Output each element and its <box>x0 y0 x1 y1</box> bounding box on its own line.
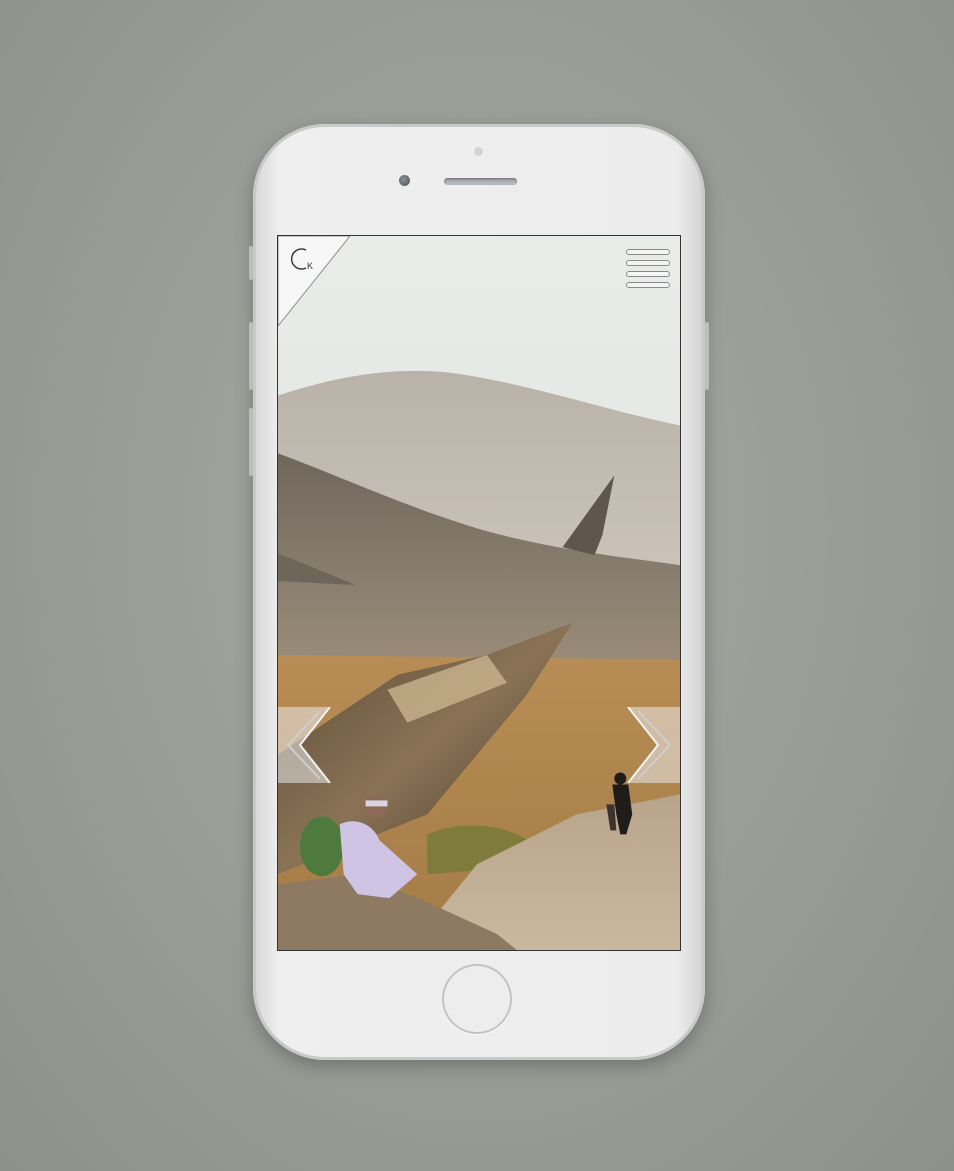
chevron-right-icon[interactable] <box>624 707 680 783</box>
phone-screen: K <box>277 235 681 951</box>
ck-monogram-logo[interactable]: K <box>278 236 350 326</box>
chevron-left-icon[interactable] <box>278 707 334 783</box>
menu-bar-upper-middle <box>626 260 670 266</box>
menu-bar-top <box>626 249 670 255</box>
home-button[interactable] <box>442 964 512 1034</box>
earpiece-speaker <box>444 178 517 185</box>
proximity-sensor <box>474 147 483 156</box>
menu-bar-lower-middle <box>626 271 670 277</box>
power-button <box>705 322 709 390</box>
mute-switch <box>249 246 253 280</box>
menu-bar-bottom <box>626 282 670 288</box>
hamburger-menu-icon[interactable] <box>626 249 670 289</box>
volume-down-button <box>249 408 253 476</box>
volume-up-button <box>249 322 253 390</box>
hero-slide-image <box>278 236 680 950</box>
front-camera <box>399 175 410 186</box>
logo-letter: K <box>307 261 313 271</box>
